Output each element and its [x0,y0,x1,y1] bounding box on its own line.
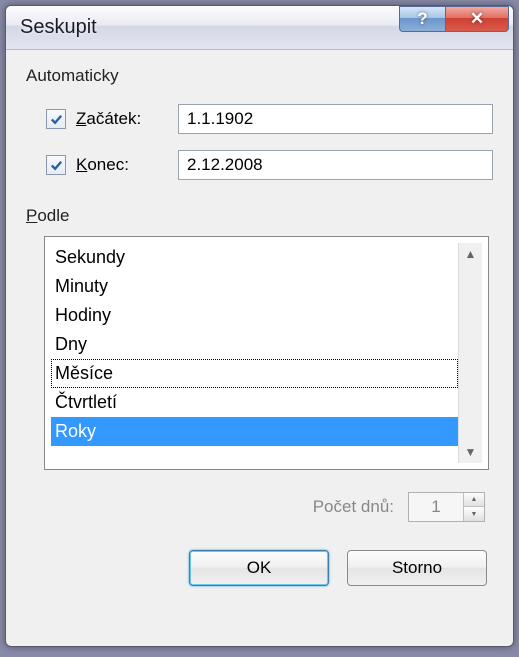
list-item[interactable]: Čtvrtletí [51,388,458,417]
titlebar: Seskupit ? ✕ [6,6,513,50]
count-input [409,493,463,521]
list-item[interactable]: Hodiny [51,301,458,330]
listbox[interactable]: SekundyMinutyHodinyDnyMěsíceČtvrtletíRok… [44,236,489,470]
dialog-buttons: OK Storno [26,550,487,586]
cancel-button[interactable]: Storno [347,550,487,586]
help-icon: ? [417,9,427,29]
count-label: Počet dnů: [313,497,394,517]
checkmark-icon [49,112,64,127]
start-row: Začátek: [46,104,493,134]
help-button[interactable]: ? [399,6,445,32]
close-icon: ✕ [470,9,484,29]
ok-button[interactable]: OK [189,550,329,586]
scroll-down-icon: ▼ [465,445,477,459]
list-item[interactable]: Dny [51,330,458,359]
list-item[interactable]: Sekundy [51,243,458,272]
by-section: Podle SekundyMinutyHodinyDnyMěsíceČtvrtl… [26,206,493,470]
spinner-down[interactable]: ▼ [464,507,484,521]
listbox-scrollbar[interactable]: ▲ ▼ [458,243,482,463]
end-input[interactable] [178,150,493,180]
spinner-buttons: ▲ ▼ [463,493,484,521]
checkmark-icon [49,158,64,173]
count-row: Počet dnů: ▲ ▼ [26,492,485,522]
end-row: Konec: [46,150,493,180]
start-checkbox[interactable] [46,109,66,129]
start-label: Začátek: [76,109,168,129]
list-item[interactable]: Minuty [51,272,458,301]
list-item[interactable]: Roky [51,417,458,446]
end-label: Konec: [76,155,168,175]
group-dialog: Seskupit ? ✕ Automaticky Začátek: Konec: [5,5,514,647]
by-label: Podle [26,206,493,226]
listbox-items: SekundyMinutyHodinyDnyMěsíceČtvrtletíRok… [51,243,458,463]
auto-section-label: Automaticky [26,66,493,86]
scroll-up-icon: ▲ [465,247,477,261]
start-input[interactable] [178,104,493,134]
end-checkbox[interactable] [46,155,66,175]
close-button[interactable]: ✕ [445,6,509,32]
dialog-body: Automaticky Začátek: Konec: Podle Sekund… [6,50,513,646]
spinner-up[interactable]: ▲ [464,493,484,507]
window-title: Seskupit [20,16,399,39]
count-spinner: ▲ ▼ [408,492,485,522]
titlebar-buttons: ? ✕ [399,6,509,32]
list-item[interactable]: Měsíce [51,359,458,388]
